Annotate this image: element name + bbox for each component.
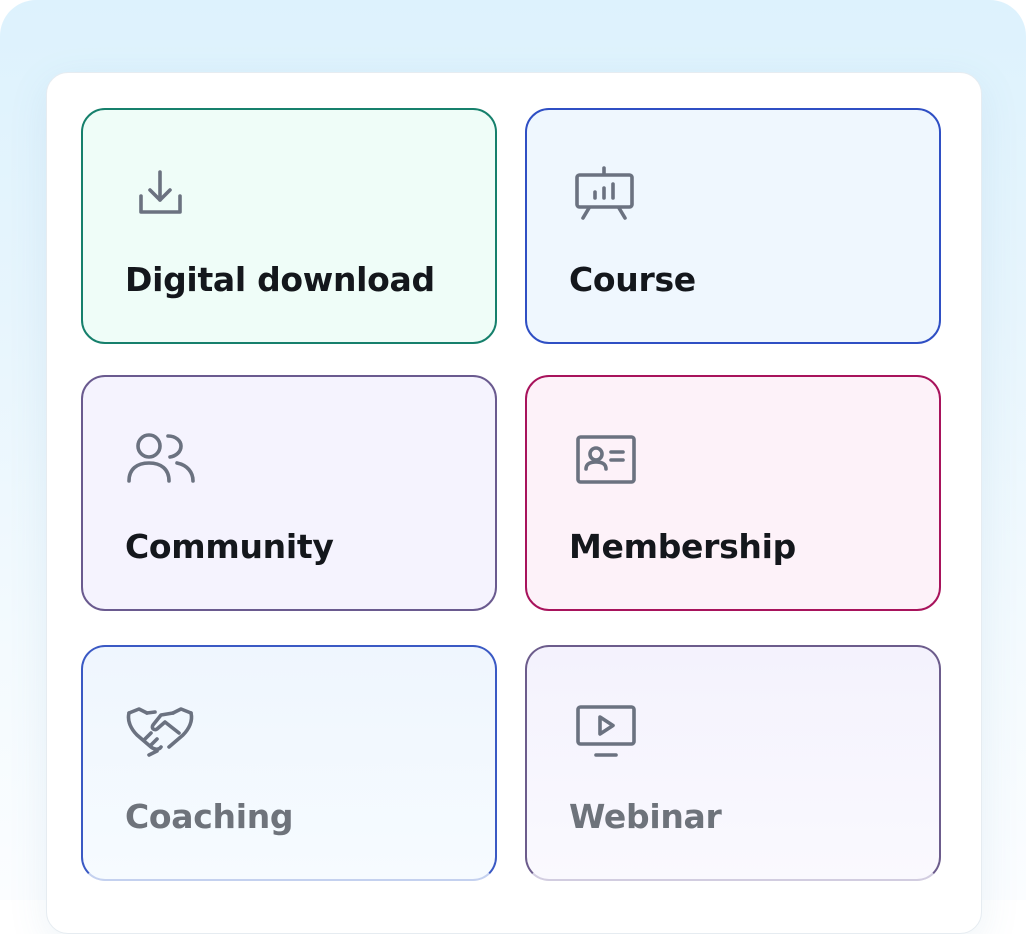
users-icon xyxy=(125,425,195,495)
product-card-digital-download[interactable]: Digital download xyxy=(81,108,497,344)
handshake-icon xyxy=(125,695,195,765)
product-card-label: Digital download xyxy=(125,260,435,299)
product-card-label: Coaching xyxy=(125,797,294,836)
product-card-coaching[interactable]: Coaching xyxy=(81,645,497,881)
product-card-label: Membership xyxy=(569,527,796,566)
presentation-chart-icon xyxy=(569,158,639,228)
download-icon xyxy=(125,158,195,228)
product-card-label: Course xyxy=(569,260,696,299)
product-card-membership[interactable]: Membership xyxy=(525,375,941,611)
product-card-label: Webinar xyxy=(569,797,722,836)
monitor-play-icon xyxy=(569,695,639,765)
product-card-webinar[interactable]: Webinar xyxy=(525,645,941,881)
id-card-icon xyxy=(569,425,639,495)
product-card-label: Community xyxy=(125,527,334,566)
product-card-course[interactable]: Course xyxy=(525,108,941,344)
product-card-community[interactable]: Community xyxy=(81,375,497,611)
